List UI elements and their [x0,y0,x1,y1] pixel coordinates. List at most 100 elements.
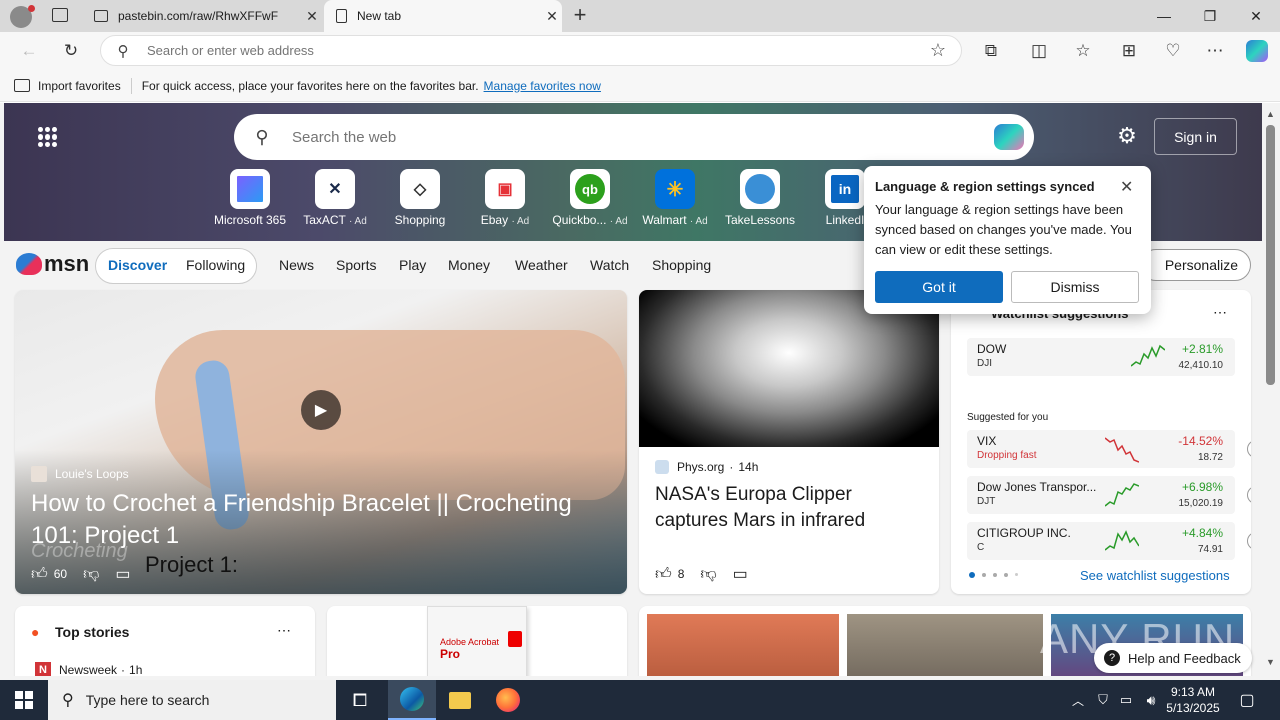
watchlist-row-citigroup[interactable]: CITIGROUP INC. C +4.84% 74.91 + [967,522,1251,560]
quick-link[interactable]: ✕ TaxACT · Ad [290,169,380,227]
watchlist-row-djt[interactable]: Dow Jones Transpor... DJT +6.98% 15,020.… [967,476,1251,514]
restore-icon[interactable]: ❐ [1187,0,1233,32]
quick-link-label: Quickbo... [552,213,607,227]
network-icon[interactable]: ▭ [1114,680,1138,720]
security-icon[interactable]: ⛉ [1092,680,1114,720]
refresh-icon[interactable]: ↻ [56,37,86,65]
like-icon[interactable]: 👍︎ [31,565,48,584]
settings-gear-icon[interactable]: ⚙ [1114,123,1140,149]
nav-money[interactable]: Money [448,257,490,273]
scroll-up-arrow[interactable]: ▲ [1266,109,1275,119]
volume-icon[interactable]: 🔊︎ [1138,680,1164,720]
more-icon[interactable]: ⋯ [1213,304,1227,321]
see-watchlist-link[interactable]: See watchlist suggestions [1080,568,1230,583]
quick-link-label: Microsoft 365 [213,213,287,227]
tab-new-tab[interactable]: New tab ✕ [324,0,562,32]
quick-link[interactable]: Microsoft 365 [205,169,295,227]
split-screen-icon[interactable]: ◫ [1024,37,1054,65]
quick-link[interactable]: ✳ Walmart · Ad [630,169,720,227]
performance-icon[interactable]: ♡ [1158,37,1188,65]
tab-actions-icon[interactable] [52,8,68,22]
taskbar-clock[interactable]: 9:13 AM 5/13/2025 [1164,684,1222,716]
quick-link[interactable]: ◇ Shopping [375,169,465,227]
close-tab-icon[interactable]: ✕ [542,8,562,25]
comment-icon[interactable]: ▭ [733,564,748,584]
nav-weather[interactable]: Weather [515,257,568,273]
new-tab-icon[interactable]: + [568,4,592,28]
scroll-down-arrow[interactable]: ▼ [1266,657,1275,667]
web-search-input[interactable] [290,127,994,147]
notifications-icon[interactable]: ▢ [1226,680,1268,720]
page-scrollbar[interactable]: ▲ ▼ [1262,103,1280,676]
video-card[interactable]: ▶ Louie's Loops Crocheting How to Croche… [15,290,627,594]
copilot-icon[interactable] [1242,37,1272,65]
watchlist-row-dow[interactable]: DOW DJI +2.81% 42,410.10 [967,338,1235,376]
app-launcher-icon[interactable] [38,127,58,147]
nav-shopping[interactable]: Shopping [652,257,711,273]
nav-news[interactable]: News [279,257,314,273]
like-icon[interactable]: 👍︎ [655,565,672,584]
show-hidden-icons-icon[interactable]: ︿ [1066,680,1090,720]
dislike-icon[interactable]: 👎︎ [700,565,716,584]
msn-logo[interactable]: msn [16,251,89,277]
comment-icon[interactable]: ▭ [115,564,130,584]
ticker-change: -14.52% [1178,434,1223,448]
dislike-icon[interactable]: 👎︎ [83,565,99,584]
copilot-icon[interactable] [994,124,1024,150]
dismiss-button[interactable]: Dismiss [1011,271,1139,303]
add-to-watchlist-icon[interactable]: + [1247,486,1251,504]
got-it-button[interactable]: Got it [875,271,1003,303]
web-search-box[interactable]: ⚲ [234,114,1034,160]
quick-link-label: Shopping [394,213,446,227]
nav-play[interactable]: Play [399,257,426,273]
taskbar-search-box[interactable]: ⚲ Type here to search [48,680,336,720]
sign-in-button[interactable]: Sign in [1154,118,1237,155]
settings-synced-popup: Language & region settings synced ✕ Your… [864,166,1151,314]
tab-discover[interactable]: Discover [108,257,167,273]
play-icon[interactable]: ▶ [301,390,341,430]
nav-watch[interactable]: Watch [590,257,629,273]
video-title[interactable]: How to Crochet a Friendship Bracelet || … [31,488,611,552]
personalize-button[interactable]: Personalize [1140,249,1251,281]
help-feedback-button[interactable]: ? Help and Feedback [1094,643,1252,673]
favorites-icon[interactable]: ☆ [1068,37,1098,65]
help-label: Help and Feedback [1128,650,1241,666]
quick-link[interactable]: TakeLessons [715,169,805,227]
ad-card[interactable]: Adobe Acrobat Pro [327,606,627,676]
tab-pastebin[interactable]: pastebin.com/raw/RhwXFFwF ✕ [84,0,322,32]
close-window-icon[interactable]: ✕ [1233,0,1279,32]
watchlist-row-vix[interactable]: VIX Dropping fast -14.52% 18.72 + [967,430,1251,468]
file-explorer-icon[interactable] [436,680,484,720]
collections-icon[interactable]: ⊞ [1114,37,1144,65]
import-favorites-button[interactable]: Import favorites [38,79,121,93]
address-input[interactable] [145,42,915,59]
edge-browser-icon[interactable] [388,680,436,720]
tab-following[interactable]: Following [186,257,245,273]
ticker-name: DOW [977,342,1007,356]
firefox-icon[interactable] [484,680,532,720]
manage-favorites-link[interactable]: Manage favorites now [484,79,601,93]
close-tab-icon[interactable]: ✕ [302,8,322,25]
add-to-watchlist-icon[interactable]: + [1247,440,1251,458]
nav-sports[interactable]: Sports [336,257,376,273]
quick-link[interactable]: ▣ Ebay · Ad [460,169,550,227]
profile-avatar[interactable] [10,5,35,28]
extensions-icon[interactable]: ⧉ [976,37,1006,65]
windows-start-icon[interactable] [0,680,48,720]
address-bar[interactable]: ⚲ ☆ [100,35,962,66]
add-to-watchlist-icon[interactable]: + [1247,532,1251,550]
quickbooks-icon: qb [570,169,610,209]
clock-date: 5/13/2025 [1166,701,1220,715]
scroll-thumb[interactable] [1266,125,1275,385]
carousel-dots[interactable] [969,572,1018,578]
close-icon[interactable]: ✕ [1120,177,1133,197]
news-card[interactable]: Phys.org · 14h NASA's Europa Clipper cap… [639,290,939,594]
quick-link[interactable]: qb Quickbo... · Ad [545,169,635,227]
minimize-icon[interactable]: — [1141,0,1187,32]
more-icon[interactable]: ⋯ [277,622,291,639]
task-view-icon[interactable]: ⧠ [336,680,384,720]
news-title[interactable]: NASA's Europa Clipper captures Mars in i… [655,482,925,534]
more-options-icon[interactable]: ⋯ [1200,37,1230,65]
favorite-star-icon[interactable]: ☆ [915,40,961,61]
back-icon[interactable]: ← [14,37,44,65]
